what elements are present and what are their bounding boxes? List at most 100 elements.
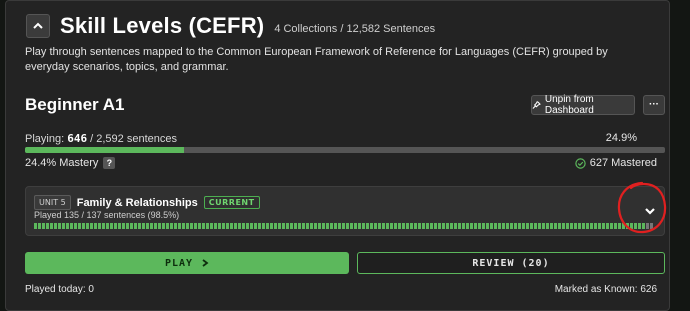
collection-header: Skill Levels (CEFR) 4 Collections / 12,5…: [26, 13, 435, 39]
review-button[interactable]: REVIEW (20): [357, 252, 665, 274]
unit-segment: [194, 223, 197, 229]
unit-segment: [130, 223, 133, 229]
current-badge: CURRENT: [203, 196, 260, 209]
unit-segment: [214, 223, 217, 229]
unit-segment: [62, 223, 65, 229]
unit-segment: [150, 223, 153, 229]
unit-segment: [74, 223, 77, 229]
unit-segment: [166, 223, 169, 229]
unit-segment: [306, 223, 309, 229]
unit-segment: [646, 223, 649, 229]
unit-segment: [110, 223, 113, 229]
unit-segment: [578, 223, 581, 229]
unit-segment: [398, 223, 401, 229]
unit-segment: [374, 223, 377, 229]
more-options-button[interactable]: ···: [643, 95, 665, 115]
unit-segment: [450, 223, 453, 229]
unit-segment: [274, 223, 277, 229]
unit-segment: [126, 223, 129, 229]
unit-segment: [602, 223, 605, 229]
unit-segment: [598, 223, 601, 229]
help-icon[interactable]: ?: [103, 157, 116, 169]
mastered-text: 627 Mastered: [589, 157, 657, 169]
mastery-text: 24.4% Mastery: [25, 157, 99, 169]
unit-segment: [278, 223, 281, 229]
expand-unit-button[interactable]: [639, 200, 661, 222]
unit-segment: [334, 223, 337, 229]
unit-segment: [262, 223, 265, 229]
unit-segment: [58, 223, 61, 229]
unit-segment: [454, 223, 457, 229]
unit-segment: [234, 223, 237, 229]
unpin-button[interactable]: Unpin from Dashboard: [531, 94, 635, 116]
chevron-right-icon: [202, 259, 209, 267]
unit-segment: [282, 223, 285, 229]
unit-segment: [570, 223, 573, 229]
collapse-button[interactable]: [26, 14, 50, 38]
unit-segment: [50, 223, 53, 229]
unit-segment: [342, 223, 345, 229]
unit-segment: [286, 223, 289, 229]
playing-count: 646: [67, 132, 88, 145]
unit-segment: [594, 223, 597, 229]
chevron-down-icon: [645, 208, 655, 215]
unit-segment: [414, 223, 417, 229]
unit-segment: [618, 223, 621, 229]
unit-segment: [382, 223, 385, 229]
unit-segment: [338, 223, 341, 229]
unit-segment: [574, 223, 577, 229]
unit-segment: [362, 223, 365, 229]
pin-icon: [532, 101, 541, 109]
unit-segment: [634, 223, 637, 229]
unit-segment: [526, 223, 529, 229]
unit-segment: [366, 223, 369, 229]
unit-segment: [354, 223, 357, 229]
unit-segment: [446, 223, 449, 229]
unit-segment: [122, 223, 125, 229]
unit-segment: [498, 223, 501, 229]
play-button[interactable]: PLAY: [25, 252, 349, 274]
unit-segment: [430, 223, 433, 229]
unit-segment: [314, 223, 317, 229]
unit-segment: [554, 223, 557, 229]
unit-segment: [46, 223, 49, 229]
unit-segment: [390, 223, 393, 229]
unit-segment: [534, 223, 537, 229]
unit-segment: [158, 223, 161, 229]
unit-segment: [210, 223, 213, 229]
unit-segment: [330, 223, 333, 229]
unit-card[interactable]: UNIT 5 Family & Relationships CURRENT Pl…: [25, 186, 665, 236]
unit-segment: [82, 223, 85, 229]
unit-segment: [90, 223, 93, 229]
playing-stats: Playing: 646 / 2,592 sentences: [25, 132, 177, 145]
unit-name: Family & Relationships: [76, 196, 198, 209]
unit-segment: [198, 223, 201, 229]
unit-segment: [346, 223, 349, 229]
unit-segment: [294, 223, 297, 229]
unit-segment: [66, 223, 69, 229]
collection-meta: 4 Collections / 12,582 Sentences: [274, 22, 436, 35]
marked-known: Marked as Known: 626: [554, 284, 657, 295]
unit-segment: [630, 223, 633, 229]
level-title: Beginner A1: [25, 95, 125, 114]
unit-segment: [270, 223, 273, 229]
unit-segment: [118, 223, 121, 229]
unit-segment: [154, 223, 157, 229]
page-title: Skill Levels (CEFR): [60, 13, 265, 38]
unit-segment: [114, 223, 117, 229]
unit-segment: [626, 223, 629, 229]
unit-segment: [174, 223, 177, 229]
unit-segment: [566, 223, 569, 229]
unit-segment: [134, 223, 137, 229]
unit-segment: [142, 223, 145, 229]
unit-header: UNIT 5 Family & Relationships CURRENT: [34, 195, 260, 210]
unit-segment: [558, 223, 561, 229]
unit-segment: [230, 223, 233, 229]
unit-segment: [550, 223, 553, 229]
unit-segment: [586, 223, 589, 229]
mastery-info: 24.4% Mastery ?: [25, 157, 116, 169]
unit-segment: [162, 223, 165, 229]
unit-segment: [186, 223, 189, 229]
unit-segment: [54, 223, 57, 229]
unit-segment: [258, 223, 261, 229]
